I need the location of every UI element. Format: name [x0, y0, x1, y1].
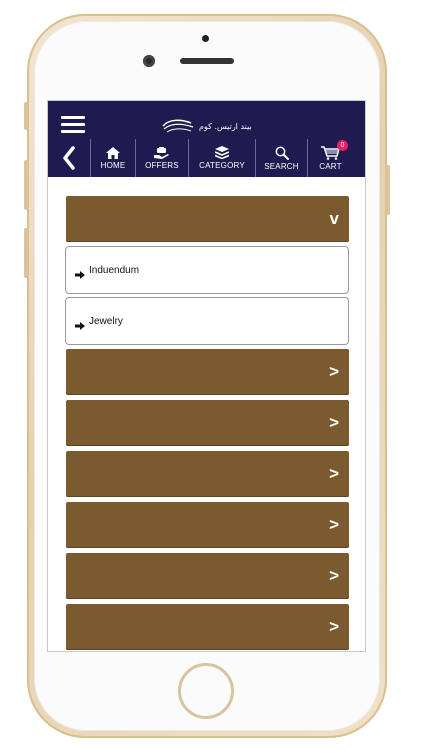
category-header[interactable]: >: [66, 553, 349, 599]
back-button[interactable]: [48, 139, 91, 177]
front-camera: [143, 55, 155, 67]
subcategory-item[interactable]: Induendum: [65, 246, 349, 294]
chevron-right-icon: >: [329, 362, 339, 381]
subcategory-label: Jewelry: [89, 315, 123, 327]
mute-switch: [24, 102, 28, 130]
category-list: v Induendum Jewelry > > > > > >: [48, 177, 365, 651]
proximity-sensor: [202, 35, 209, 42]
nav-cart-label: CART: [319, 161, 342, 171]
hamburger-menu-icon[interactable]: [61, 116, 85, 133]
volume-up-button: [24, 160, 28, 210]
category-header[interactable]: >: [66, 604, 349, 650]
nav-cart[interactable]: CART 0: [308, 139, 353, 177]
nav-offers-label: OFFERS: [145, 160, 179, 170]
category-header[interactable]: >: [66, 502, 349, 548]
volume-down-button: [24, 228, 28, 278]
offers-icon: [154, 146, 169, 159]
nav-offers[interactable]: OFFERS: [136, 139, 189, 177]
logo-mark-icon: [162, 119, 194, 133]
category-header-expanded[interactable]: v: [66, 196, 349, 242]
chevron-right-icon: >: [329, 515, 339, 534]
cart-count-badge: 0: [337, 140, 348, 151]
chevron-right-icon: >: [329, 413, 339, 432]
logo-text: بيند ارتيس. كوم: [199, 121, 252, 131]
nav-home-label: HOME: [100, 160, 126, 170]
nav-search-label: SEARCH: [264, 161, 299, 171]
earpiece-speaker: [180, 58, 234, 64]
category-header[interactable]: >: [66, 451, 349, 497]
nav-category-label: CATEGORY: [199, 161, 245, 170]
category-header[interactable]: >: [66, 400, 349, 446]
category-header[interactable]: >: [66, 349, 349, 395]
nav-home[interactable]: HOME: [91, 139, 136, 177]
brand-logo: بيند ارتيس. كوم: [161, 118, 252, 134]
home-button[interactable]: [178, 663, 234, 719]
chevron-right-icon: >: [329, 566, 339, 585]
home-icon: [106, 146, 120, 159]
nav-category[interactable]: CATEGORY: [189, 139, 256, 177]
subcategory-label: Induendum: [89, 264, 140, 276]
nav-bar: HOME OFFERS CATEGORY SEARCH CART 0: [48, 139, 365, 177]
chevron-left-icon: [63, 146, 75, 170]
chevron-right-icon: >: [329, 464, 339, 483]
arrow-right-icon: [75, 317, 85, 330]
arrow-right-icon: [75, 266, 85, 279]
search-icon: [275, 146, 289, 160]
nav-search[interactable]: SEARCH: [256, 139, 308, 177]
subcategory-item[interactable]: Jewelry: [65, 297, 349, 345]
top-bar: بيند ارتيس. كوم: [48, 101, 365, 139]
power-button: [386, 165, 390, 215]
chevron-down-icon: v: [329, 209, 339, 228]
chevron-right-icon: >: [329, 617, 339, 636]
app-screen: بيند ارتيس. كوم HOME OFFERS CATEGORY SEA…: [47, 100, 366, 652]
layers-icon: [215, 146, 229, 159]
